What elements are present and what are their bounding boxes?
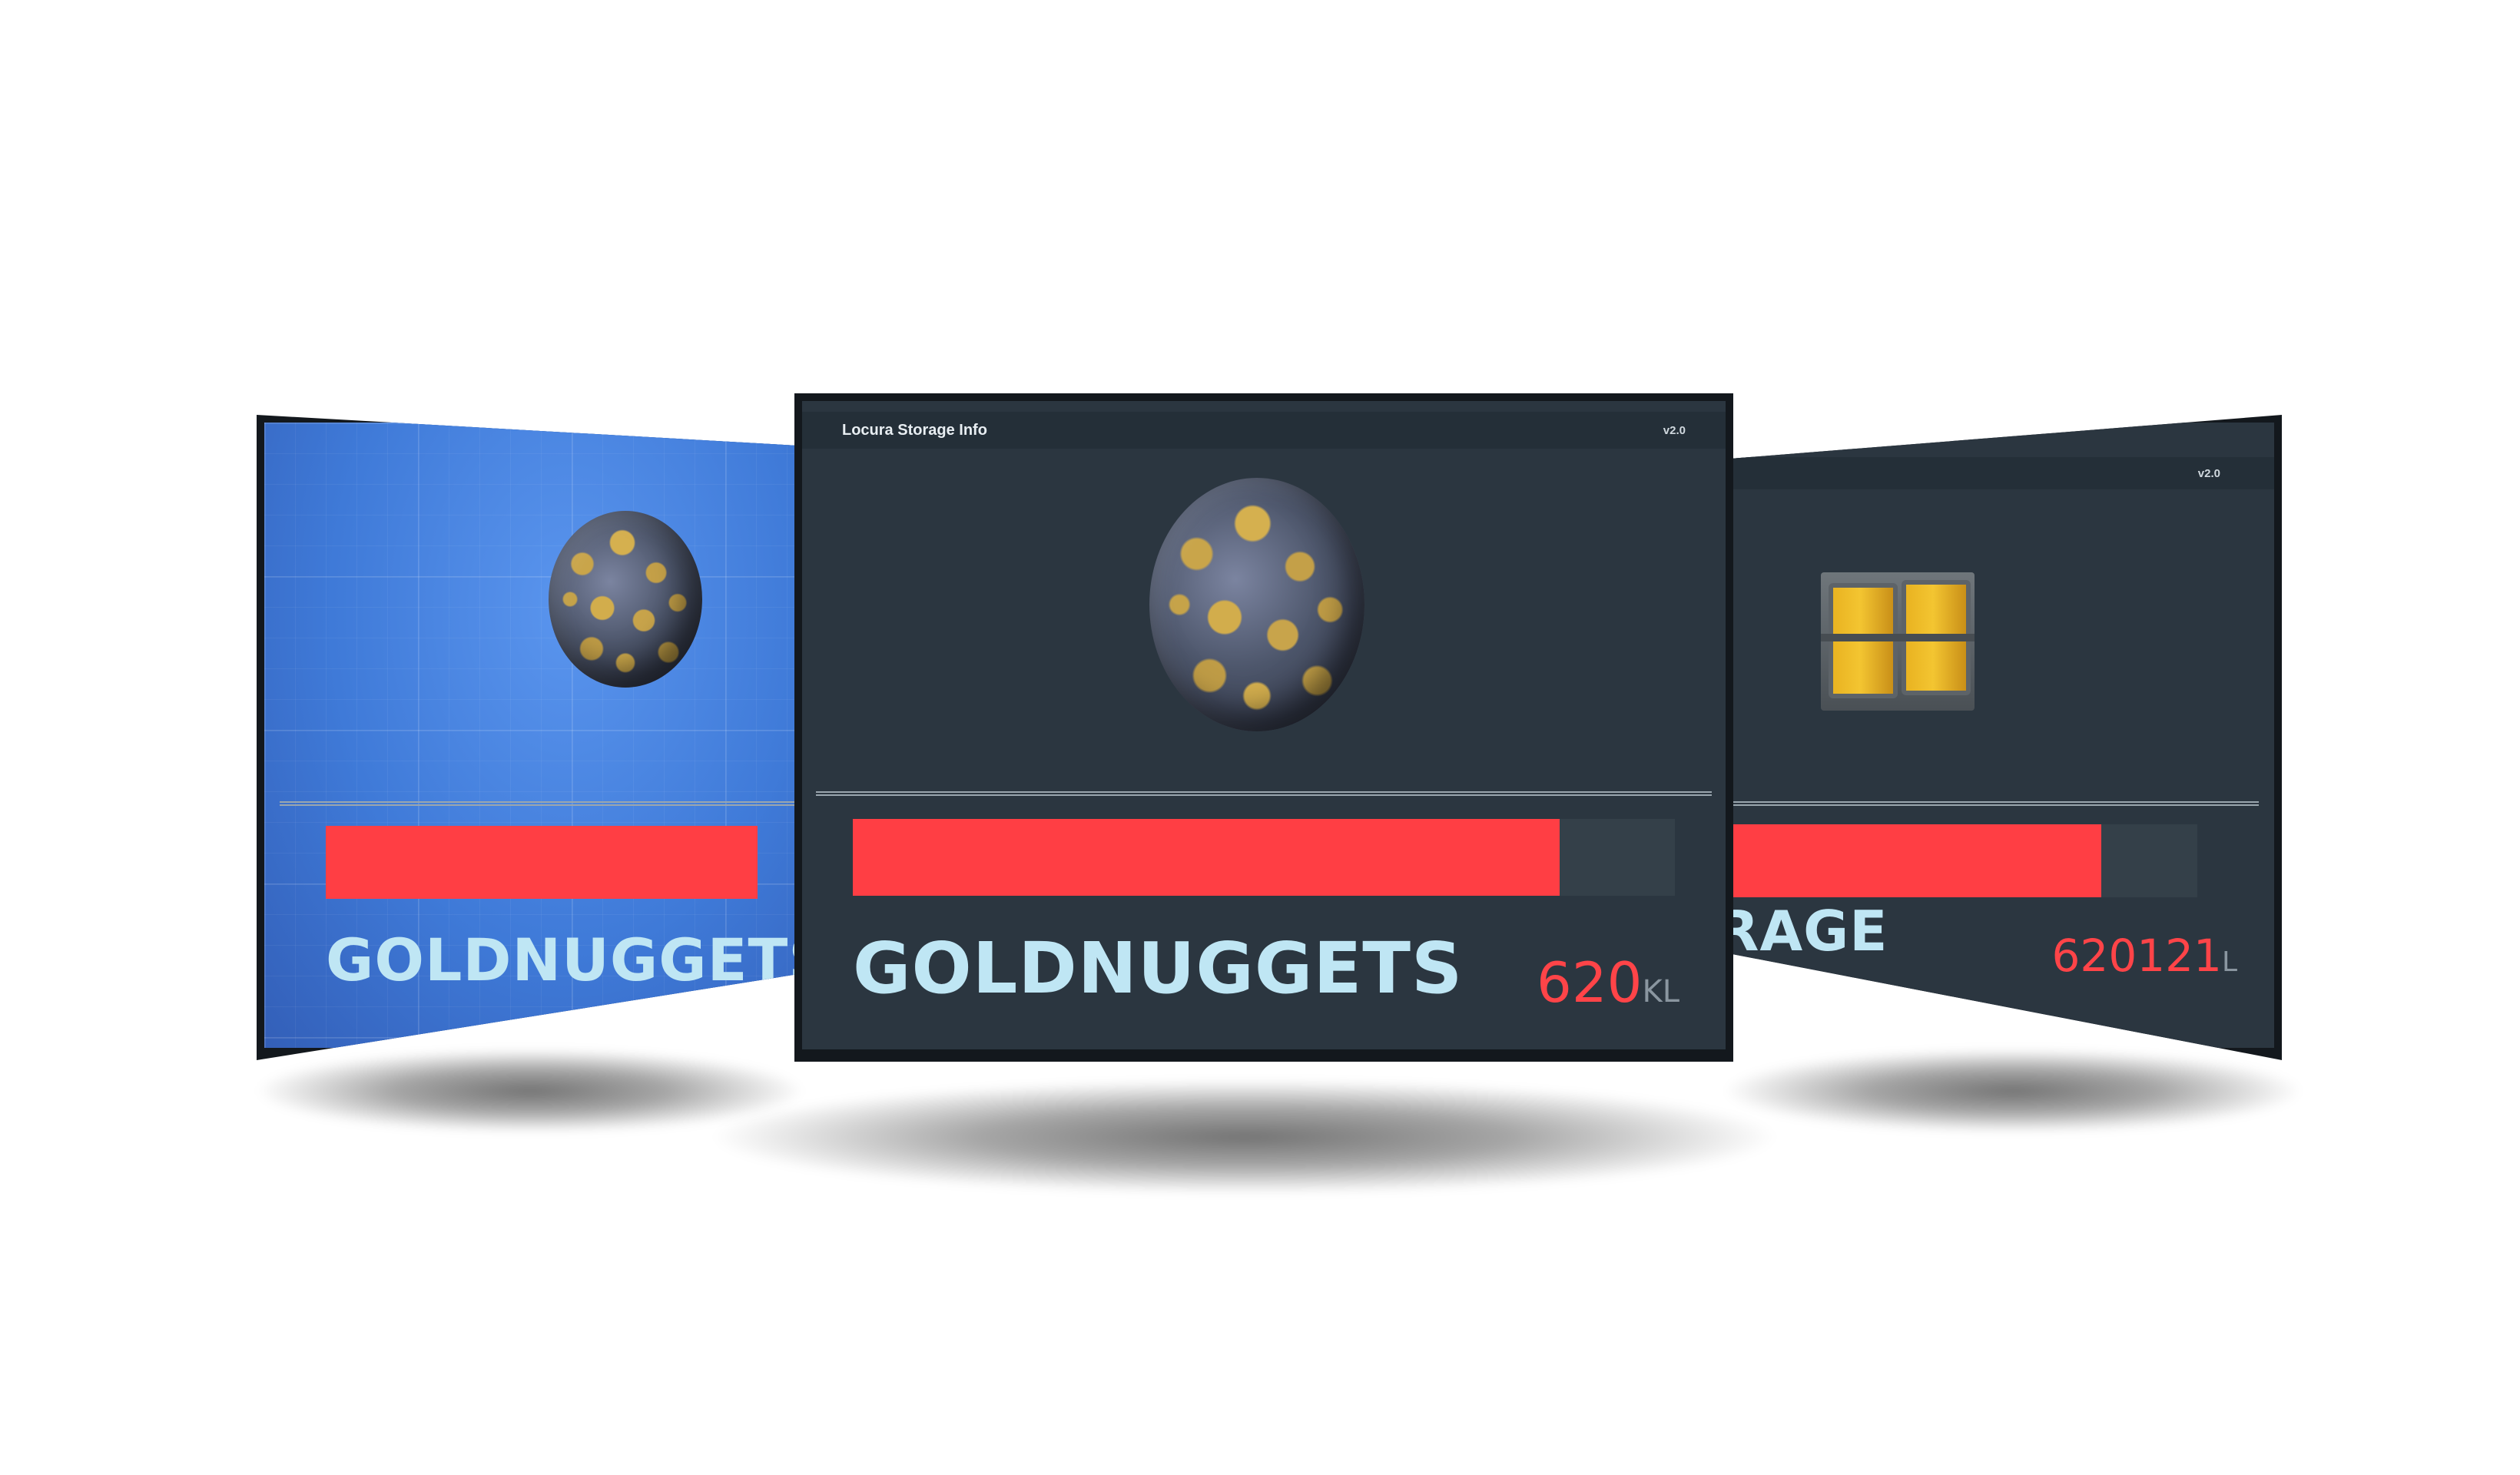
- left-monitor: GOLDNUGGETS: [257, 415, 825, 1060]
- right-monitor: v2.0 RAGE 620121 L: [1713, 415, 2282, 1060]
- left-divider: [280, 801, 817, 806]
- center-amount: 620 KL: [1537, 950, 1679, 1015]
- left-progress-bar: [326, 826, 817, 899]
- center-progress-bar: [853, 819, 1675, 896]
- right-divider: [1721, 801, 2259, 806]
- center-progress-fill: [853, 819, 1560, 896]
- right-version-label: v2.0: [2197, 466, 2220, 480]
- center-amount-value: 620: [1537, 950, 1643, 1015]
- left-item-name: GOLDNUGGETS: [326, 926, 817, 994]
- center-ore-sphere-icon: [1149, 478, 1364, 731]
- right-amount-unit: L: [2221, 946, 2237, 978]
- center-version-label: v2.0: [1663, 423, 1686, 437]
- right-titlebar: v2.0: [1721, 457, 2274, 489]
- left-screen: GOLDNUGGETS: [264, 423, 817, 1048]
- right-item-name: RAGE: [1721, 899, 1888, 963]
- center-amount-unit: KL: [1642, 974, 1679, 1009]
- left-monitor-shadow: [254, 1049, 807, 1133]
- left-ore-sphere-icon: [549, 511, 702, 688]
- center-screen: Locura Storage Info v2.0 GOLDNUGGETS 620…: [802, 401, 1726, 1049]
- right-monitor-shadow: [1721, 1049, 2305, 1133]
- right-amount-value: 620121: [2051, 930, 2222, 982]
- center-divider: [816, 791, 1712, 796]
- center-monitor-shadow: [707, 1079, 1782, 1195]
- center-item-name: GOLDNUGGETS: [853, 927, 1464, 1009]
- right-screen: v2.0 RAGE 620121 L: [1721, 423, 2274, 1048]
- showcase-stage: GOLDNUGGETS v2.0 RAGE 620121 L Locura St…: [0, 0, 2520, 1475]
- right-crate-icon: [1821, 565, 1975, 718]
- right-amount: 620121 L: [2052, 930, 2237, 982]
- right-progress-bar: [1721, 824, 2197, 897]
- left-progress-fill: [326, 826, 758, 899]
- center-title: Locura Storage Info: [842, 421, 987, 439]
- right-progress-fill: [1721, 824, 2101, 897]
- center-titlebar: Locura Storage Info v2.0: [802, 412, 1726, 449]
- center-monitor: Locura Storage Info v2.0 GOLDNUGGETS 620…: [794, 393, 1733, 1062]
